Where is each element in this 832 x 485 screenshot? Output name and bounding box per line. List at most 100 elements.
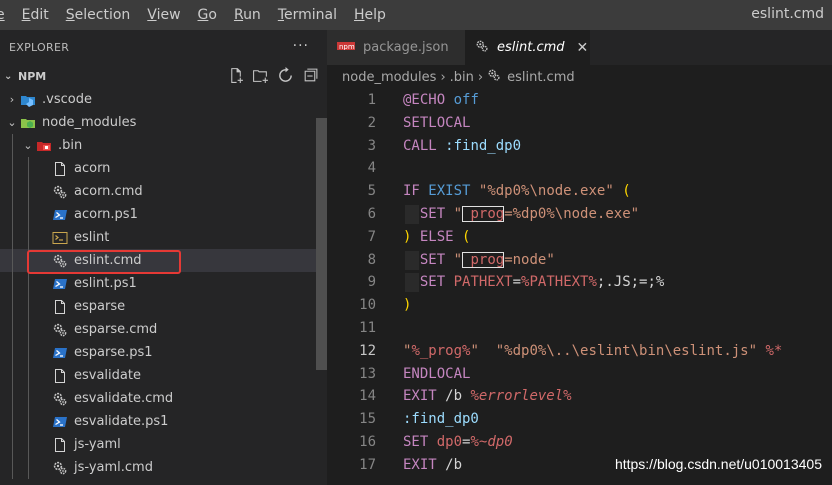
menu-item[interactable]: Run [224, 7, 268, 23]
tree-item[interactable]: eslint [0, 226, 327, 249]
watermark-text: https://blog.csdn.net/u010013405 [614, 456, 822, 472]
tree-item[interactable]: js-yaml [0, 433, 327, 456]
tree-item[interactable]: esparse.cmd [0, 318, 327, 341]
menu-item[interactable]: Help [344, 7, 393, 23]
tree-item[interactable]: acorn.cmd [0, 180, 327, 203]
code-line[interactable]: 10) [327, 294, 832, 317]
indent-guide [12, 180, 13, 203]
code-token: @ECHO [403, 92, 446, 108]
menu-item[interactable]: Selection [56, 7, 138, 23]
code-line[interactable]: 5 IF EXIST "%dp0%\node.exe" ( [327, 180, 832, 203]
tree-item[interactable]: › .vscode [0, 88, 327, 111]
code-token: %PATHEXT% [521, 274, 597, 291]
tree-item[interactable]: ⌄ node_modules [0, 111, 327, 134]
code-token: ;.JS;=;% [596, 274, 665, 291]
menu-item-mnemonic: e [0, 7, 5, 23]
tree-item-label: esparse [74, 299, 126, 314]
new-folder-icon[interactable] [252, 67, 269, 84]
vscode-folder-icon [20, 92, 36, 108]
npm-section-header[interactable]: ⌄ NPM [0, 64, 327, 88]
menu-item-mnemonic: H [354, 7, 365, 23]
indent-guide [28, 387, 29, 410]
code-line[interactable]: 4 [327, 157, 832, 180]
code-token: ) [403, 297, 412, 314]
menu-item-label: iew [156, 7, 181, 23]
code-line[interactable]: 14 EXIT /b %errorlevel% [327, 385, 832, 408]
indent-guide [12, 364, 13, 387]
menu-item[interactable]: e [0, 7, 12, 23]
tree-item[interactable]: acorn.ps1 [0, 203, 327, 226]
breadcrumb: node_modules › .bin › eslint.cmd [327, 65, 832, 89]
code-line[interactable]: 3 CALL :find_dp0 [327, 135, 832, 158]
code-token: off [453, 92, 479, 108]
collapse-all-icon[interactable] [302, 67, 319, 84]
code-token: EXIST [428, 183, 471, 200]
breadcrumb-item[interactable]: node_modules [342, 70, 436, 85]
editor-tab[interactable]: npm package.json [327, 30, 465, 65]
breadcrumb-item[interactable]: .bin [450, 70, 474, 85]
code-editor[interactable]: 1 @ECHO off 2 SETLOCAL 3 CALL :find_dp0 4 5 IF E… [327, 89, 832, 485]
close-icon[interactable]: ✕ [577, 40, 589, 56]
code-text: EXIT /b %errorlevel% [403, 385, 572, 408]
code-token: SET [403, 433, 429, 450]
menu-item[interactable]: Go [188, 7, 224, 23]
code-line[interactable]: 9 SET PATHEXT=%PATHEXT%;.JS;=;% [327, 271, 832, 294]
tree-item[interactable]: js-yaml.cmd [0, 456, 327, 479]
tree-item[interactable]: esparse [0, 295, 327, 318]
refresh-icon[interactable] [277, 67, 294, 84]
code-token: PATHEXT [453, 274, 513, 291]
code-line[interactable]: 13 ENDLOCAL [327, 363, 832, 386]
code-token: %errorlevel% [470, 388, 572, 405]
sidebar-scrollbar[interactable] [316, 118, 327, 370]
indent-guide [12, 249, 13, 272]
code-line[interactable]: 6 SET "_prog=%dp0%\node.exe" [327, 203, 832, 226]
code-text: IF EXIST "%dp0%\node.exe" ( [403, 180, 631, 203]
more-actions-icon[interactable]: ··· [293, 38, 309, 54]
menu-item-mnemonic: G [197, 7, 209, 23]
code-token: SET [419, 274, 446, 291]
indent-guide [28, 318, 29, 341]
menu-item[interactable]: Terminal [268, 7, 344, 23]
code-token: IF [403, 183, 420, 200]
menu-item-mnemonic: V [147, 7, 157, 23]
tree-item[interactable]: eslint.ps1 [0, 272, 327, 295]
indent-guide [28, 456, 29, 479]
editor-tab[interactable]: eslint.cmd ✕ [465, 30, 590, 65]
tree-item[interactable]: esvalidate.cmd [0, 387, 327, 410]
chevron-down-icon: ⌄ [7, 116, 17, 129]
code-line[interactable]: 11 [327, 317, 832, 340]
menu-item-label: election [74, 7, 131, 23]
code-text: ) [403, 294, 411, 317]
code-token: ( [462, 228, 471, 245]
tree-item[interactable]: esparse.ps1 [0, 341, 327, 364]
breadcrumb-item[interactable]: eslint.cmd [507, 70, 575, 85]
code-token: %_prog% [411, 342, 471, 359]
tree-item[interactable]: ⌄ .bin [0, 134, 327, 157]
code-line[interactable]: 12 "%_prog%" "%dp0%\..\eslint\bin\eslint.… [327, 340, 832, 363]
line-number: 11 [359, 319, 376, 336]
code-line[interactable]: 7) ELSE ( [327, 226, 832, 249]
code-text: ) ELSE ( [403, 226, 470, 249]
code-line[interactable]: 16 SET dp0=%~dp0 [327, 431, 832, 454]
tree-item[interactable]: esvalidate [0, 364, 327, 387]
menu-item[interactable]: Edit [12, 7, 56, 23]
tree-item[interactable]: esvalidate.ps1 [0, 410, 327, 433]
tree-item[interactable]: acorn [0, 157, 327, 180]
line-number: 14 [359, 388, 376, 405]
line-number: 17 [359, 456, 376, 473]
npm-folder-icon [36, 138, 52, 154]
code-token: "%dp0%\..\eslint\bin\eslint.js" [495, 342, 758, 359]
code-line[interactable]: 8 SET "_prog=node" [327, 249, 832, 272]
menu-item[interactable]: View [137, 7, 187, 23]
terminal-icon [52, 230, 68, 246]
indent-guide [28, 433, 29, 456]
code-line[interactable]: 1 @ECHO off [327, 89, 832, 112]
tree-item-label: .vscode [42, 92, 92, 107]
file-icon [52, 161, 68, 177]
new-file-icon[interactable] [227, 67, 244, 84]
indent-guide [28, 410, 29, 433]
code-line[interactable]: 2 SETLOCAL [327, 112, 832, 135]
line-number: 4 [367, 160, 376, 177]
code-line[interactable]: 15:find_dp0 [327, 408, 832, 431]
indent-guide [28, 272, 29, 295]
